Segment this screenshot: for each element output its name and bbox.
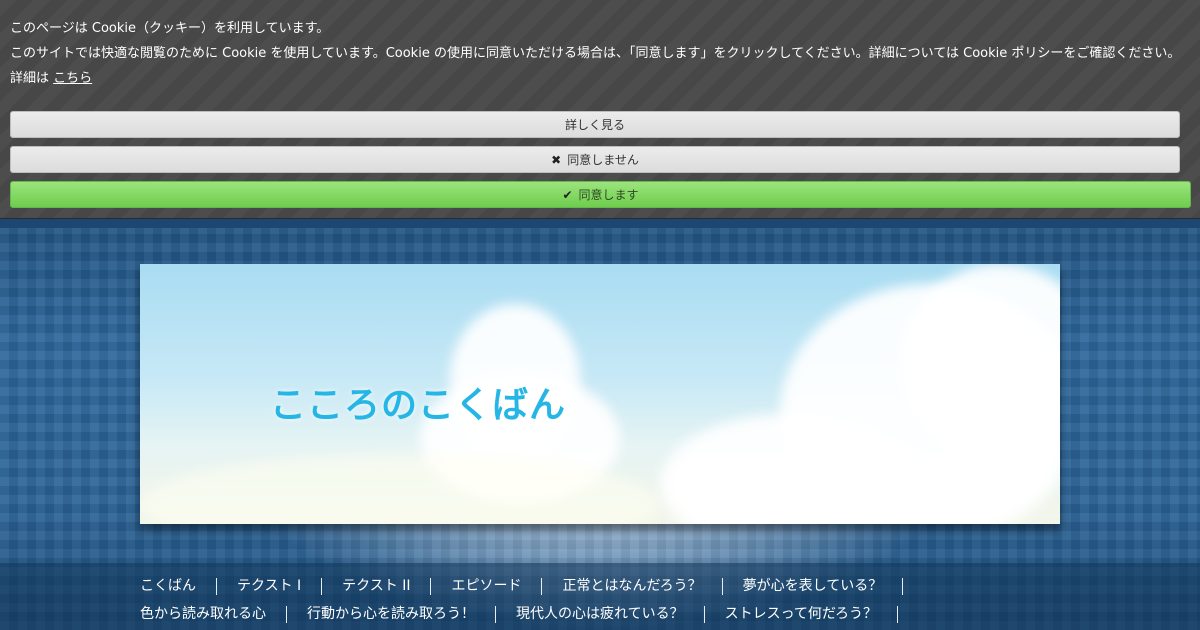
nav-row-1: こくばん テクスト I テクスト II エピソード 正常とはなんだろう？ 夢が心…	[140, 578, 904, 595]
nav-item-color[interactable]: 色から読み取れる心	[140, 606, 287, 623]
nav-item-text-2[interactable]: テクスト II	[322, 578, 432, 595]
nav-item-text-1[interactable]: テクスト I	[217, 578, 323, 595]
nav-item-kokuban[interactable]: こくばん	[140, 578, 217, 595]
checkmark-icon: ✔	[562, 187, 573, 202]
cookie-details: 詳細は こちら	[10, 67, 92, 86]
more-info-label: 詳しく見る	[564, 118, 625, 132]
nav-item-episode[interactable]: エピソード	[431, 578, 543, 595]
cookie-banner: このページは Cookie（クッキー）を利用しています。 このサイトでは快適な閲…	[0, 0, 1200, 219]
nav-item-behavior[interactable]: 行動から心を読み取ろう！	[287, 606, 496, 623]
nav-row-2: 色から読み取れる心 行動から心を読み取ろう！ 現代人の心は疲れている？ ストレス…	[140, 606, 899, 623]
nav-item-dream[interactable]: 夢が心を表している？	[723, 578, 904, 595]
decline-button[interactable]: ✖ 同意しません	[10, 146, 1180, 173]
header-strip	[0, 218, 1200, 228]
nav-item-stress[interactable]: ストレスって何だろう？	[705, 606, 899, 623]
accept-button[interactable]: ✔ 同意します	[10, 181, 1191, 208]
site-title[interactable]: こころのこくばん	[270, 376, 566, 428]
cookie-details-link[interactable]: こちら	[53, 71, 92, 86]
more-info-button[interactable]: 詳しく見る	[10, 111, 1180, 138]
close-icon: ✖	[551, 152, 562, 167]
cookie-message: このサイトでは快適な閲覧のために Cookie を使用しています。Cookie …	[10, 46, 1181, 61]
decline-label: 同意しません	[567, 153, 639, 167]
nav-item-normal[interactable]: 正常とはなんだろう？	[542, 578, 723, 595]
accept-label: 同意します	[578, 188, 639, 202]
cookie-details-prefix: 詳細は	[10, 71, 50, 86]
nav-item-modern[interactable]: 現代人の心は疲れている？	[496, 606, 705, 623]
hero-banner: こころのこくばん	[140, 264, 1060, 524]
cookie-title: このページは Cookie（クッキー）を利用しています。	[10, 21, 330, 36]
